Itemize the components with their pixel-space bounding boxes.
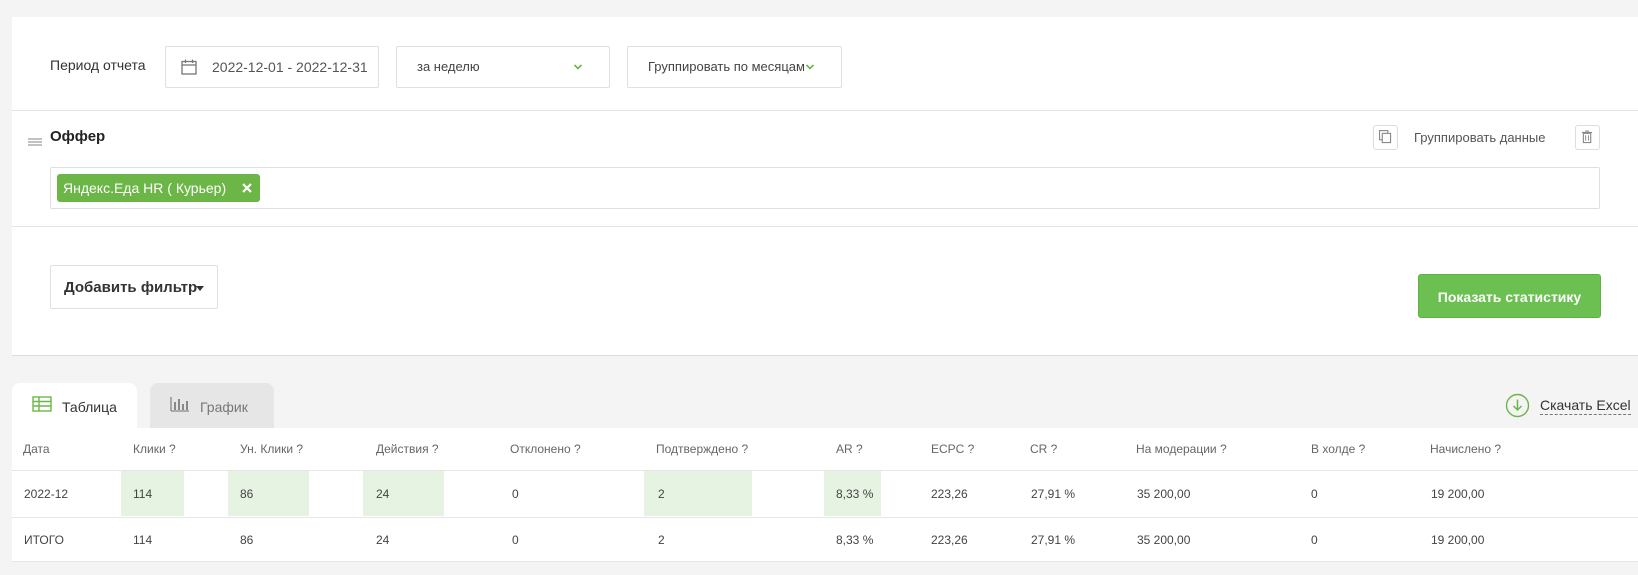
table-cell: 19 200,00 [1431,487,1485,501]
chevron-down-icon [573,64,583,70]
table-cell[interactable]: 86 [240,487,253,501]
table-cell[interactable]: 24 [376,487,389,501]
offer-tags-input[interactable]: Яндекс.Еда HR ( Курьер) [50,167,1600,209]
column-header-date[interactable]: Дата [23,442,50,456]
column-header-ar[interactable]: AR ? [836,442,863,456]
calendar-icon [181,59,197,75]
drag-handle-icon[interactable] [28,137,42,147]
table-cell: 27,91 % [1031,533,1076,547]
column-header-on-moderation[interactable]: На модерации ? [1136,442,1227,456]
column-header-actions[interactable]: Действия ? [376,442,439,456]
table-cell[interactable]: 2 [658,487,665,501]
table-cell: 2022-12 [24,487,69,501]
table-cell: 0 [1311,533,1318,547]
tab-table-label: Таблица [62,399,117,415]
show-statistics-button[interactable]: Показать статистику [1418,274,1601,318]
divider [12,561,1638,562]
table-cell: 223,26 [931,487,968,501]
tab-chart-label: График [200,399,248,415]
table-cell: ИТОГО [24,533,64,547]
period-label: Период отчета [50,57,146,73]
group-by-select[interactable]: Группировать по месяцам [627,46,842,88]
download-excel-button[interactable]: Скачать Excel [1505,393,1635,419]
tab-chart[interactable]: График [150,383,274,428]
statistics-table: Дата Клики ? Ун. Клики ? Действия ? Откл… [12,428,1638,562]
table-cell: 27,91 % [1031,487,1076,501]
table-cell[interactable]: 114 [133,487,152,501]
delete-offer-button[interactable] [1575,125,1600,150]
divider [12,517,1638,518]
add-filter-button[interactable]: Добавить фильтр [50,265,218,309]
caret-down-icon [196,286,204,291]
trash-icon [1581,130,1593,144]
group-by-select-value: Группировать по месяцам [648,59,805,74]
highlight-cell [121,471,184,516]
offer-tag-label: Яндекс.Еда HR ( Курьер) [63,180,227,196]
table-cell: 8,33 % [836,533,874,547]
divider [12,110,1638,111]
group-data-button[interactable] [1373,125,1398,150]
table-cell: 24 [376,533,390,547]
add-filter-label: Добавить фильтр [64,279,198,296]
column-header-confirmed[interactable]: Подтверждено ? [656,442,748,456]
table-cell: 19 200,00 [1431,533,1485,547]
column-header-rejected[interactable]: Отклонено ? [510,442,581,456]
download-excel-label: Скачать Excel [1540,397,1631,415]
column-header-on-hold[interactable]: В холде ? [1311,442,1365,456]
date-range-value: 2022-12-01 - 2022-12-31 [212,59,368,75]
column-header-unique-clicks[interactable]: Ун. Клики ? [240,442,303,456]
table-cell: 0 [512,533,519,547]
table-icon [32,396,52,412]
table-cell[interactable]: 8,33 % [836,487,873,501]
column-header-cr[interactable]: CR ? [1030,442,1057,456]
copy-icon [1378,130,1392,144]
table-cell: 2 [658,533,665,547]
table-cell: 35 200,00 [1137,533,1191,547]
offer-section-title: Оффер [50,128,106,145]
column-header-ecpc[interactable]: ECPC ? [931,442,974,456]
table-cell: 86 [240,533,254,547]
chevron-down-icon [805,64,815,70]
table-cell: 0 [512,487,519,501]
table-cell: 223,26 [931,533,968,547]
period-select[interactable]: за неделю [396,46,610,88]
period-select-value: за неделю [417,59,480,74]
group-data-label[interactable]: Группировать данные [1414,130,1546,145]
bar-chart-icon [170,397,189,412]
table-cell: 0 [1311,487,1318,501]
divider [12,226,1638,227]
offer-tag: Яндекс.Еда HR ( Курьер) [57,174,261,202]
column-header-clicks[interactable]: Клики ? [133,442,176,456]
download-icon [1505,393,1530,418]
column-header-accrued[interactable]: Начислено ? [1430,442,1501,456]
close-icon[interactable] [240,174,254,202]
tab-table[interactable]: Таблица [12,383,137,428]
date-range-picker[interactable]: 2022-12-01 - 2022-12-31 [165,46,379,88]
table-cell: 35 200,00 [1137,487,1191,501]
table-cell: 114 [133,533,153,547]
report-filter-panel: Период отчета 2022-12-01 - 2022-12-31 за… [12,17,1638,356]
